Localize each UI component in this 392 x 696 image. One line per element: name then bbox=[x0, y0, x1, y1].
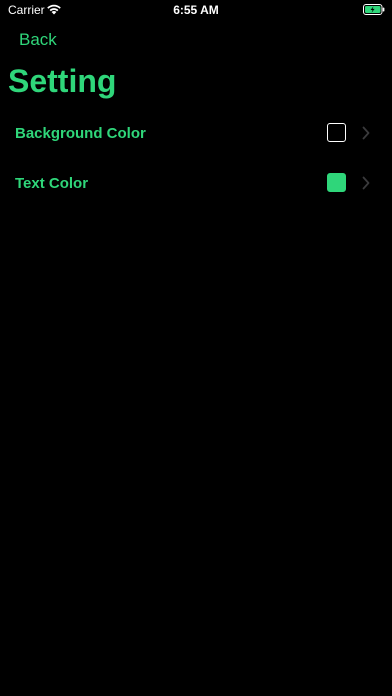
page-title: Setting bbox=[8, 63, 117, 99]
status-bar: Carrier 6:55 AM bbox=[0, 0, 392, 20]
battery-charging-icon bbox=[363, 4, 385, 15]
text-color-swatch bbox=[327, 173, 346, 192]
chevron-right-icon bbox=[362, 126, 370, 140]
back-button[interactable]: Back bbox=[19, 30, 57, 50]
status-time: 6:55 AM bbox=[173, 3, 219, 17]
setting-row-text-color[interactable]: Text Color bbox=[0, 162, 392, 206]
setting-label-text-color: Text Color bbox=[15, 175, 89, 192]
setting-label-background-color: Background Color bbox=[15, 125, 146, 142]
setting-row-background-color[interactable]: Background Color bbox=[0, 112, 392, 156]
background-color-swatch bbox=[327, 123, 346, 142]
chevron-right-icon bbox=[362, 176, 370, 190]
